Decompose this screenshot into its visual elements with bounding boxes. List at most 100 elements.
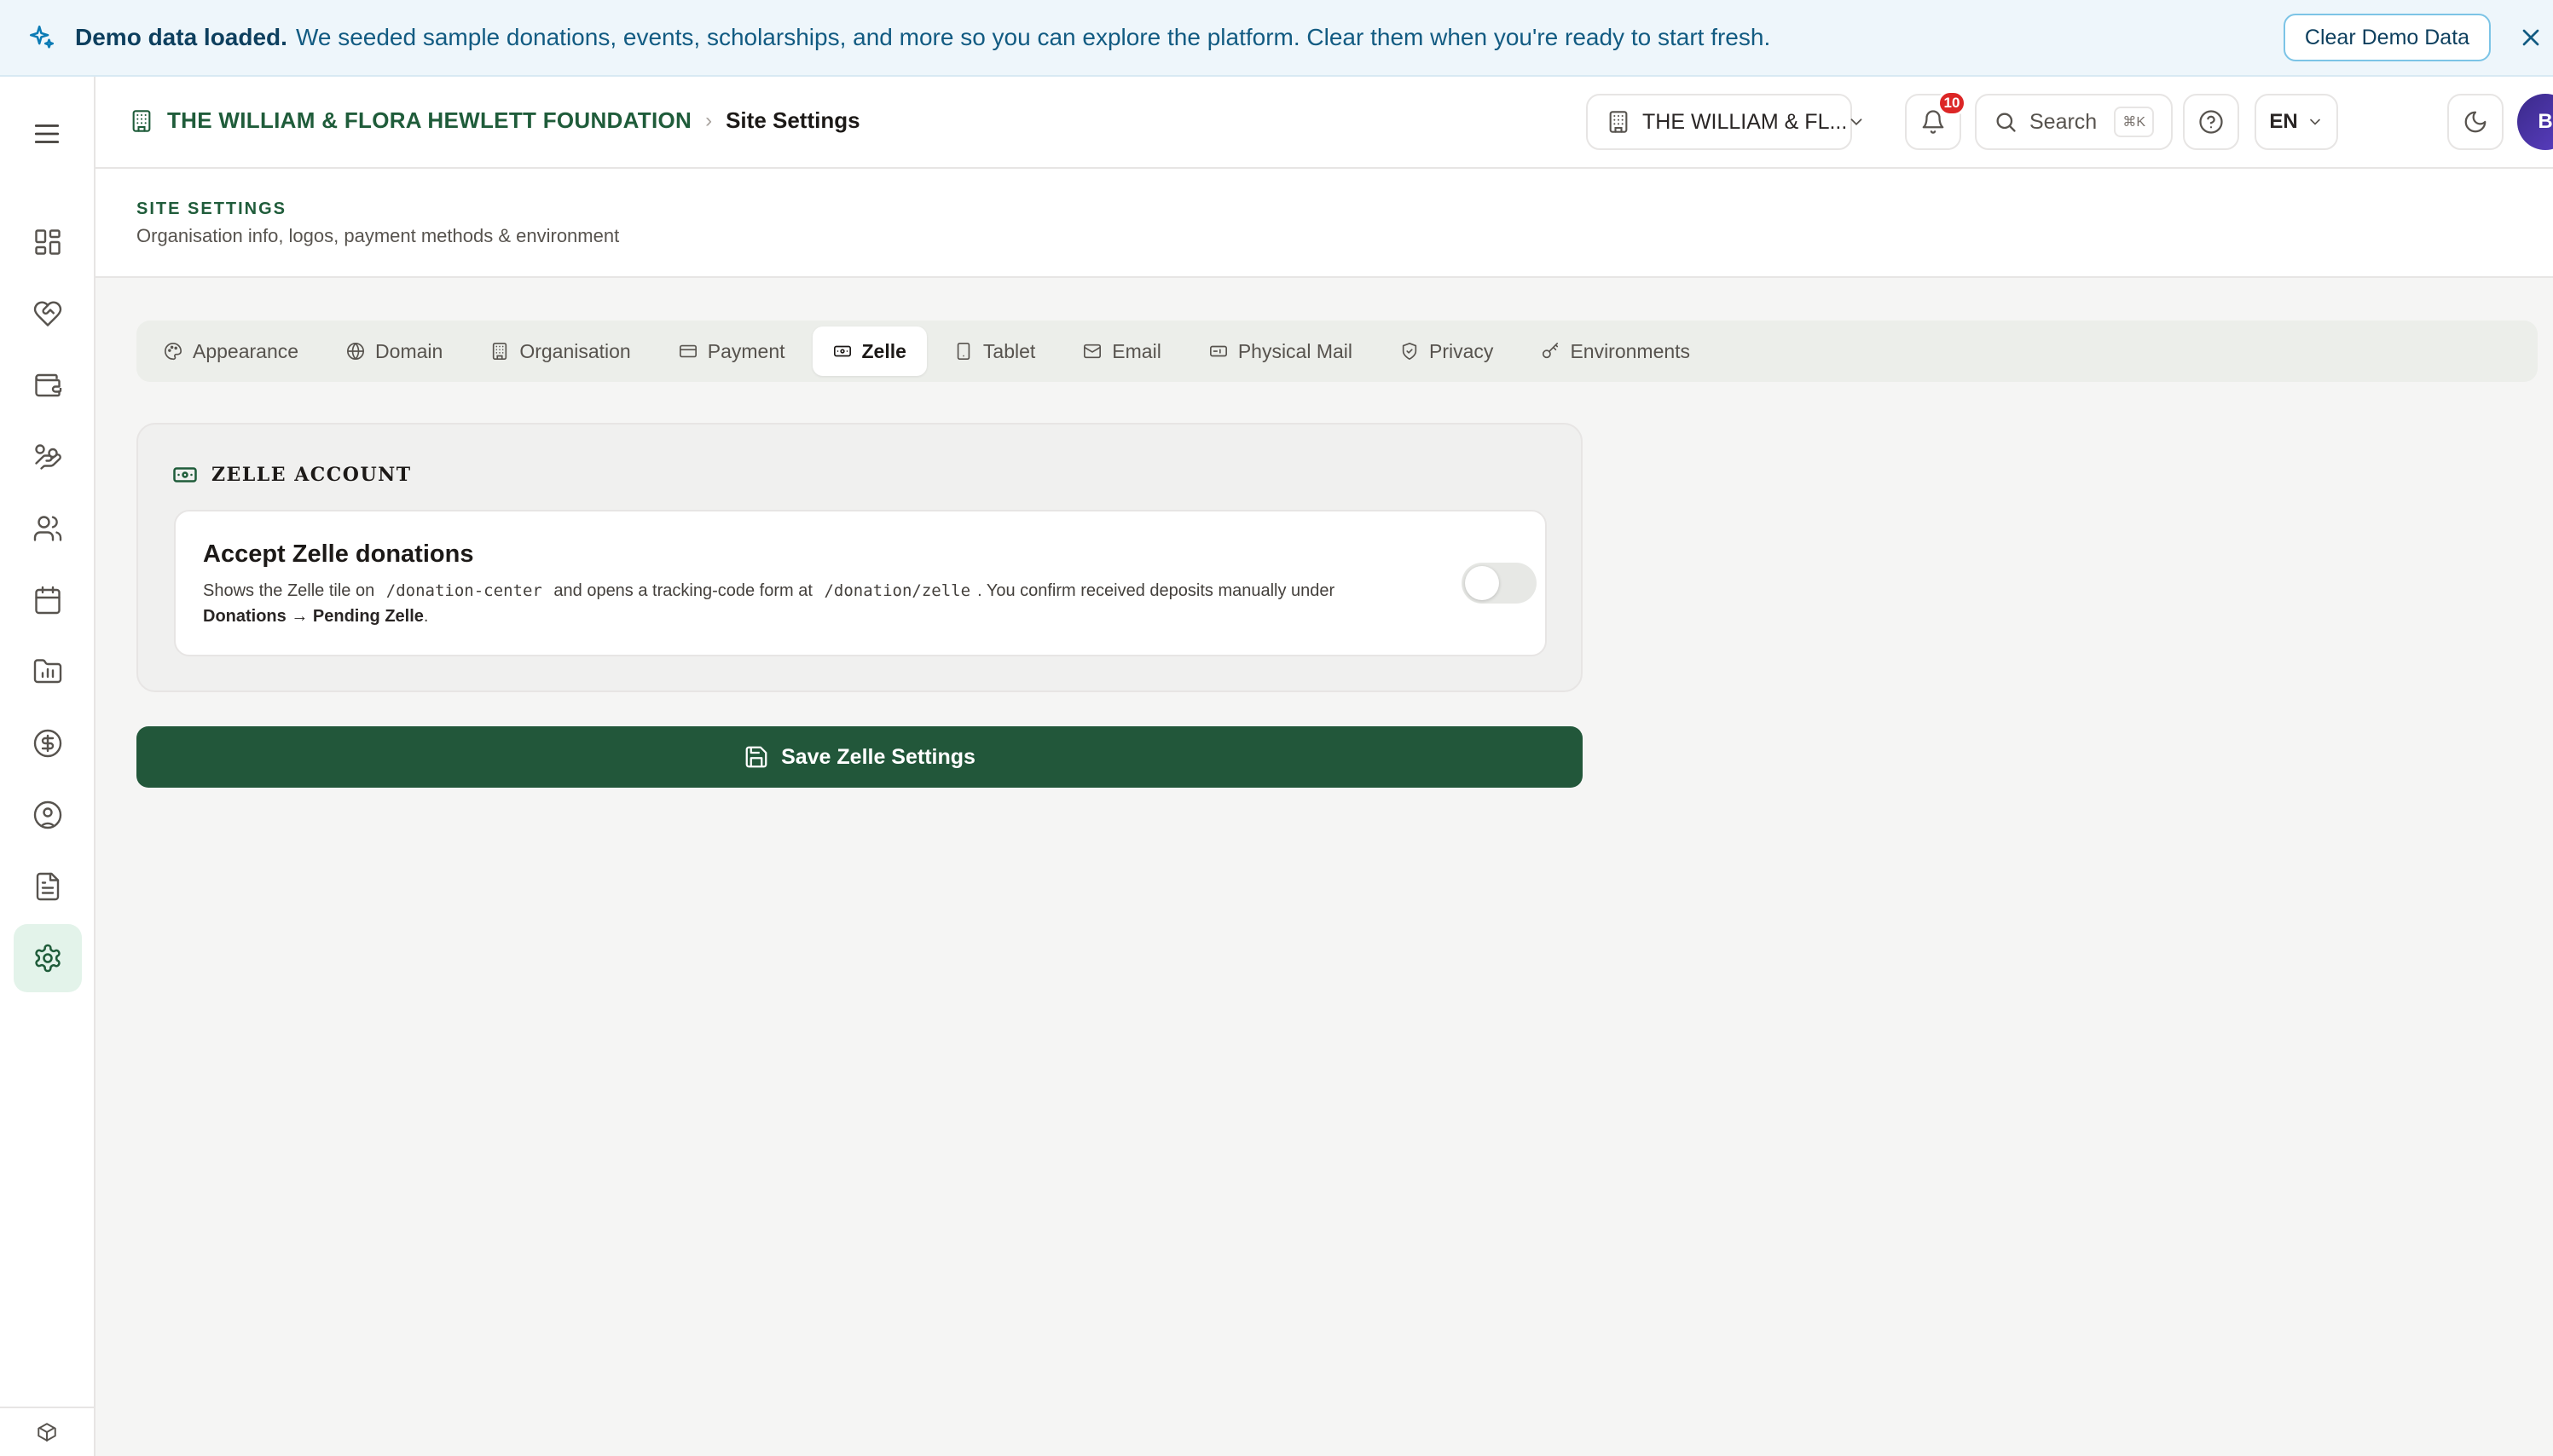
users-icon <box>33 516 62 541</box>
globe-icon <box>347 343 365 360</box>
moon-icon <box>2464 111 2486 133</box>
building-icon <box>130 109 153 133</box>
banner-text: We seeded sample donations, events, scho… <box>295 24 1771 50</box>
tab-tablet[interactable]: Tablet <box>934 326 1056 376</box>
dashboard-icon <box>35 229 61 255</box>
notifications-button[interactable]: 10 <box>1905 90 1966 150</box>
tab-label: Tablet <box>982 339 1036 362</box>
sidebar-item-documents[interactable] <box>14 852 82 921</box>
sidebar-item-wallet[interactable] <box>14 351 82 419</box>
hamburger-menu-icon[interactable] <box>31 118 63 150</box>
tab-label: Email <box>1112 339 1161 362</box>
sidebar-item-donations[interactable] <box>14 280 82 348</box>
zelle-account-card: ZELLE ACCOUNT Accept Zelle donations Sho… <box>136 423 1583 692</box>
page-subtitle: Organisation info, logos, payment method… <box>136 225 620 246</box>
close-icon[interactable] <box>2517 24 2544 51</box>
page-heading: SITE SETTINGS Organisation info, logos, … <box>96 169 2553 278</box>
avatar[interactable]: B <box>2517 94 2553 150</box>
zelle-toggle-title: Accept Zelle donations <box>203 540 474 568</box>
zelle-toggle-description: Shows the Zelle tile on /donation-center… <box>203 578 1380 629</box>
tab-payment[interactable]: Payment <box>658 326 806 376</box>
zelle-toggle-row: Accept Zelle donations Shows the Zelle t… <box>174 510 1547 656</box>
tab-physical-mail[interactable]: Physical Mail <box>1189 326 1373 376</box>
tab-domain[interactable]: Domain <box>326 326 463 376</box>
sidebar-item-events[interactable] <box>14 566 82 634</box>
desc-code-donation-center: /donation-center <box>385 581 542 600</box>
toggle-knob <box>1465 566 1499 600</box>
palette-icon <box>165 343 182 361</box>
key-icon <box>1543 343 1559 359</box>
heart-handshake-icon <box>33 301 62 326</box>
desc-text: and opens a tracking-code form at <box>553 581 813 600</box>
org-selector[interactable]: THE WILLIAM & FL... <box>1586 94 1862 150</box>
language-label: EN <box>2269 110 2298 133</box>
tab-zelle[interactable]: Zelle <box>812 326 927 376</box>
save-button-label: Save Zelle Settings <box>781 744 975 769</box>
sidebar <box>0 77 96 1456</box>
page-eyebrow: SITE SETTINGS <box>136 199 287 218</box>
language-selector[interactable]: EN <box>2255 94 2338 150</box>
sidebar-divider <box>0 1407 96 1408</box>
banner-title: Demo data loaded. <box>75 24 287 50</box>
top-header: THE WILLIAM & FLORA HEWLETT FOUNDATION ›… <box>96 77 2553 169</box>
save-icon <box>745 746 767 768</box>
breadcrumb-org-link[interactable]: THE WILLIAM & FLORA HEWLETT FOUNDATION <box>167 107 692 134</box>
desc-bold-path: Donations → Pending Zelle <box>203 607 424 626</box>
banner-message: Demo data loaded. We seeded sample donati… <box>75 24 1770 51</box>
sparkles-icon <box>27 23 56 52</box>
sidebar-item-giving[interactable] <box>14 423 82 491</box>
tab-label: Payment <box>707 339 785 362</box>
cube-icon[interactable] <box>36 1421 58 1443</box>
sidebar-item-profile[interactable] <box>14 781 82 849</box>
desc-code-donation-zelle: /donation/zelle <box>824 581 971 600</box>
settings-tabs: Appearance Domain Organisation Payment Z… <box>136 321 2538 382</box>
sidebar-item-settings[interactable] <box>14 924 82 992</box>
sidebar-item-finance[interactable] <box>14 709 82 777</box>
search-button[interactable]: Search ⌘K <box>1975 94 2173 150</box>
wallet-icon <box>35 373 62 397</box>
mail-icon <box>1084 344 1102 359</box>
save-zelle-settings-button[interactable]: Save Zelle Settings <box>136 726 1583 788</box>
desc-text: Shows the Zelle tile on <box>203 581 375 600</box>
credit-card-icon <box>679 344 697 358</box>
chevron-down-icon <box>1847 113 1866 131</box>
sidebar-item-dashboard[interactable] <box>14 208 82 276</box>
breadcrumb-separator: › <box>705 108 713 132</box>
help-button[interactable] <box>2183 94 2239 150</box>
tab-organisation[interactable]: Organisation <box>470 326 651 376</box>
zelle-section-title: ZELLE ACCOUNT <box>211 464 412 486</box>
demo-data-banner: Demo data loaded. We seeded sample donati… <box>0 0 2553 77</box>
user-circle-icon <box>33 800 62 829</box>
desc-text: . You confirm received deposits manually… <box>977 581 1335 600</box>
mailbox-icon <box>1209 345 1227 357</box>
tab-label: Zelle <box>861 339 906 362</box>
tab-email[interactable]: Email <box>1062 326 1182 376</box>
sidebar-item-people[interactable] <box>14 494 82 563</box>
help-circle-icon <box>2199 110 2223 134</box>
tab-label: Domain <box>375 339 443 362</box>
file-text-icon <box>36 872 60 901</box>
tab-label: Physical Mail <box>1237 339 1353 362</box>
search-shortcut: ⌘K <box>2114 107 2154 137</box>
tablet-icon <box>957 343 970 360</box>
gear-icon <box>35 944 61 973</box>
clear-demo-data-button[interactable]: Clear Demo Data <box>2284 14 2491 61</box>
page-title: Site Settings <box>726 107 860 133</box>
search-placeholder: Search <box>2029 109 2098 134</box>
theme-toggle-button[interactable] <box>2447 94 2504 150</box>
breadcrumb: THE WILLIAM & FLORA HEWLETT FOUNDATION ›… <box>130 107 860 134</box>
banknote-icon <box>833 345 851 357</box>
tab-label: Environments <box>1570 339 1691 362</box>
org-selector-label: THE WILLIAM & FL... <box>1642 109 1848 134</box>
tab-appearance[interactable]: Appearance <box>143 326 319 376</box>
notifications-badge: 10 <box>1937 90 1966 116</box>
tab-environments[interactable]: Environments <box>1520 326 1711 376</box>
accept-zelle-toggle[interactable] <box>1462 563 1537 604</box>
sidebar-item-reports[interactable] <box>14 638 82 706</box>
dollar-circle-icon <box>33 729 62 758</box>
tab-privacy[interactable]: Privacy <box>1380 326 1514 376</box>
tab-label: Privacy <box>1429 339 1494 362</box>
chevron-down-icon <box>2307 113 2324 130</box>
zelle-section-header: ZELLE ACCOUNT <box>172 462 412 488</box>
tab-label: Organisation <box>519 339 631 362</box>
